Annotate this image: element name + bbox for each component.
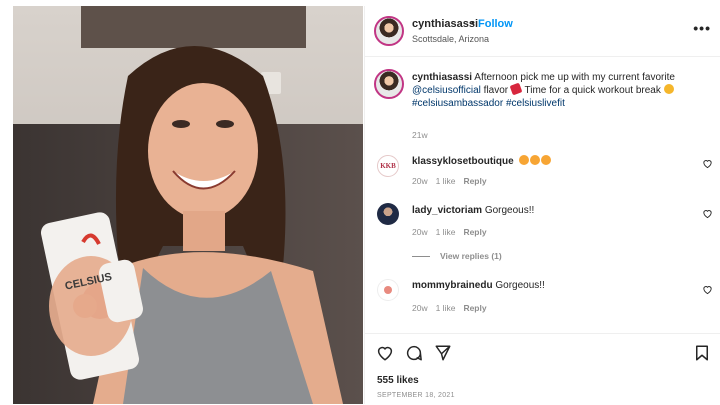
comments-list: cynthiasassi Afternoon pick me up with m… xyxy=(365,57,720,333)
post-image: CELSIUS xyxy=(13,6,363,404)
comment-meta: 20w 1 like Reply xyxy=(412,176,487,186)
comment-username[interactable]: mommybrainedu xyxy=(412,280,493,291)
mention-link[interactable]: @celsiusofficial xyxy=(412,85,481,96)
reply-button[interactable]: Reply xyxy=(463,227,486,237)
heart-icon[interactable] xyxy=(702,284,713,295)
more-icon[interactable]: ••• xyxy=(693,20,711,36)
caption-text: flavor xyxy=(480,85,511,96)
post-actions: 555 likes SEPTEMBER 18, 2021 xyxy=(365,333,720,405)
heart-icon[interactable] xyxy=(376,344,394,362)
view-replies-button[interactable]: View replies (1) xyxy=(412,251,502,261)
post-date: SEPTEMBER 18, 2021 xyxy=(377,392,455,399)
commenter-avatar[interactable]: KKB xyxy=(377,155,399,177)
comment-meta: 20w 1 like Reply xyxy=(412,227,487,237)
heart-eyes-emoji-icon xyxy=(530,155,541,165)
comment-text: klassyklosetboutique xyxy=(412,155,552,168)
comment-username[interactable]: klassyklosetboutique xyxy=(412,156,514,167)
commenter-avatar[interactable] xyxy=(377,203,399,225)
author-username[interactable]: cynthiasassi xyxy=(412,18,478,30)
like-count[interactable]: 555 likes xyxy=(377,375,419,386)
bookmark-icon[interactable] xyxy=(693,344,711,362)
caption-text: Time for a quick workout break xyxy=(521,85,664,96)
comment-text: mommybrainedu Gorgeous!! xyxy=(412,280,545,291)
post-location[interactable]: Scottsdale, Arizona xyxy=(412,34,489,44)
comment-icon[interactable] xyxy=(405,344,423,362)
post-header: cynthiasassi • Follow Scottsdale, Arizon… xyxy=(365,6,720,57)
share-icon[interactable] xyxy=(434,344,452,362)
commenter-avatar[interactable] xyxy=(377,279,399,301)
avatar-logo-icon xyxy=(384,286,392,294)
heart-eyes-emoji-icon xyxy=(541,155,552,165)
post-photo[interactable]: CELSIUS xyxy=(13,6,363,404)
follow-button[interactable]: Follow xyxy=(478,18,513,30)
reply-button[interactable]: Reply xyxy=(463,303,486,313)
hashtag-link[interactable]: #celsiusambassador xyxy=(412,98,503,109)
reply-button[interactable]: Reply xyxy=(463,176,486,186)
flexed-biceps-emoji-icon xyxy=(663,84,674,94)
comment-username[interactable]: lady_victoriam xyxy=(412,205,482,216)
comment-meta: 20w 1 like Reply xyxy=(412,303,487,313)
caption-username[interactable]: cynthiasassi xyxy=(412,72,472,83)
heart-icon[interactable] xyxy=(702,158,713,169)
caption-text: Afternoon pick me up with my current fav… xyxy=(472,72,675,83)
header-separator: • xyxy=(471,17,475,29)
comment-text: lady_victoriam Gorgeous!! xyxy=(412,205,535,216)
caption-age: 21w xyxy=(412,130,428,140)
author-avatar[interactable] xyxy=(374,16,404,46)
hashtag-link[interactable]: #celsiuslivefit xyxy=(503,98,565,109)
post-caption: cynthiasassi Afternoon pick me up with m… xyxy=(412,71,702,110)
heart-icon[interactable] xyxy=(702,208,713,219)
heart-eyes-emoji-icon xyxy=(519,155,530,165)
can-emoji-icon xyxy=(509,82,523,96)
post-side-panel: cynthiasassi • Follow Scottsdale, Arizon… xyxy=(364,6,720,404)
caption-avatar[interactable] xyxy=(374,69,404,99)
